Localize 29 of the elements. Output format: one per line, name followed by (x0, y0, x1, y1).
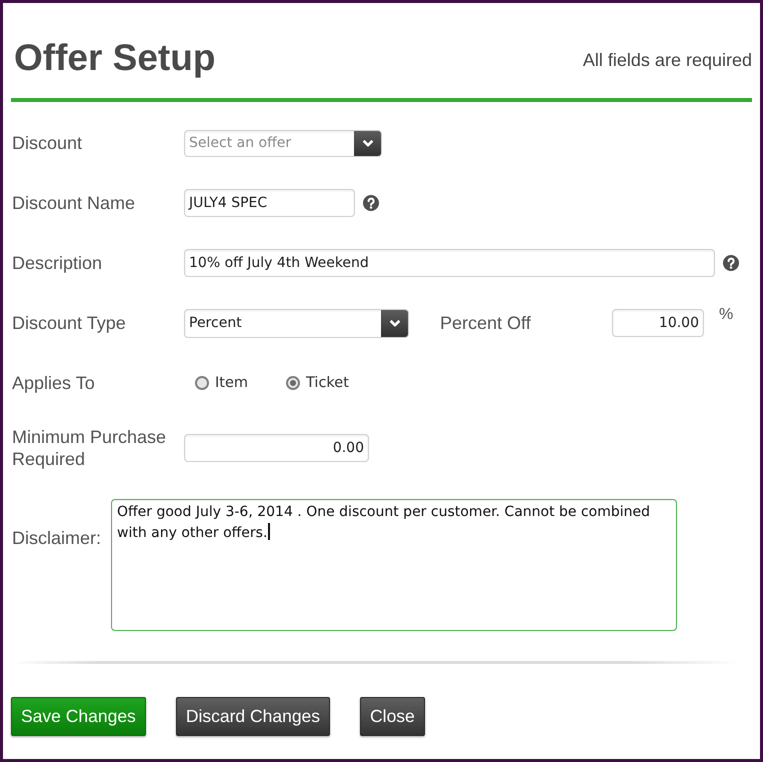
chevron-down-icon[interactable] (381, 310, 408, 336)
action-button[interactable]: Close (360, 697, 425, 736)
text-input[interactable]: 10% off July 4th Weekend (184, 249, 715, 277)
unit-label: % (719, 306, 734, 324)
radio-label[interactable]: Ticket (306, 375, 349, 391)
text-input[interactable]: JULY4 SPEC (184, 189, 355, 217)
field-label: Description (11, 252, 104, 274)
help-icon[interactable] (723, 255, 739, 271)
textarea-field[interactable]: Offer good July 3-6, 2014 . One discount per customer. Cannot be combined with any other offers. (111, 499, 677, 631)
number-input[interactable]: 0.00 (184, 434, 369, 462)
action-button[interactable]: Discard Changes (176, 697, 330, 736)
help-icon[interactable] (363, 195, 379, 211)
field-label: Discount Type (11, 312, 127, 334)
field-label: Applies To (11, 372, 96, 394)
chevron-down-icon[interactable] (354, 130, 381, 156)
field-label: Disclaimer: (11, 527, 102, 549)
dropdown-field[interactable]: Percent (184, 308, 409, 338)
field-label: Minimum Purchase Required (11, 426, 168, 470)
field-label: Percent Off (439, 312, 532, 334)
radio-label[interactable]: Item (215, 375, 248, 391)
field-label: Discount (11, 132, 84, 154)
radio-button[interactable] (195, 376, 209, 390)
required-note: All fields are required (582, 50, 752, 70)
field-label: Discount Name (11, 192, 136, 214)
radio-button[interactable] (286, 376, 300, 390)
dialog-title: Offer Setup (14, 37, 216, 79)
save-button[interactable]: Save Changes (11, 697, 146, 736)
number-input[interactable]: 10.00 (612, 309, 704, 337)
text-cursor-icon (268, 523, 270, 540)
